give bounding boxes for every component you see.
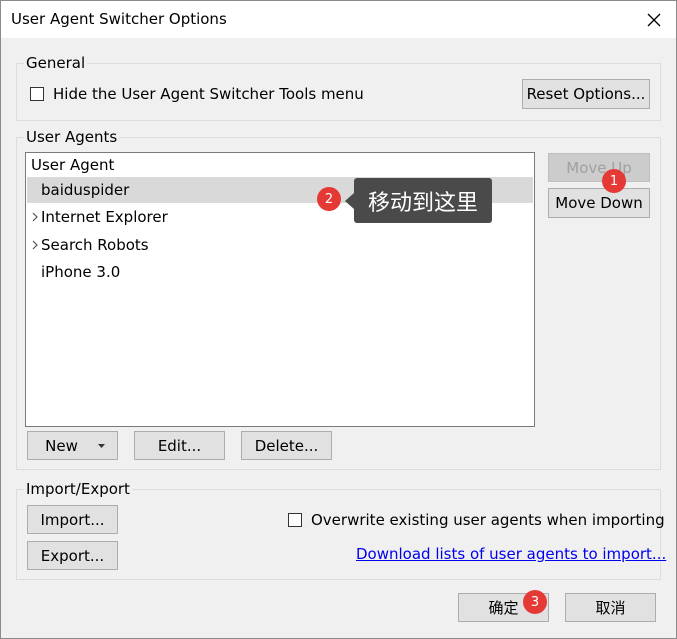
edit-button[interactable]: Edit... [134,431,225,460]
export-button[interactable]: Export... [27,541,118,570]
overwrite-checkbox[interactable] [288,513,302,527]
new-button[interactable]: New [27,431,118,460]
cancel-button[interactable]: 取消 [565,593,656,622]
chevron-right-icon[interactable] [32,240,38,250]
close-icon [647,13,661,27]
close-button[interactable] [632,1,676,38]
step-marker-1: 1 [602,169,626,193]
options-dialog: User Agent Switcher Options General Hide… [0,0,677,639]
reset-options-button[interactable]: Reset Options... [522,79,650,109]
instruction-tooltip: 移动到这里 [354,178,492,223]
chevron-right-icon[interactable] [32,212,38,222]
download-link[interactable]: Download lists of user agents to import.… [356,545,666,563]
import-export-group-label: Import/Export [24,480,132,498]
tooltip-arrow [345,193,354,209]
new-button-label: New [45,436,78,455]
step-marker-3: 3 [523,590,547,614]
tree-item-iphone[interactable]: iPhone 3.0 [27,259,533,285]
window-title: User Agent Switcher Options [11,10,227,28]
delete-button[interactable]: Delete... [241,431,332,460]
hide-menu-label: Hide the User Agent Switcher Tools menu [53,85,364,103]
tree-item-label: Internet Explorer [41,208,168,226]
step-marker-2: 2 [317,187,341,211]
tree-item-label: Search Robots [41,236,149,254]
tree-item-label: baiduspider [41,181,130,199]
title-bar: User Agent Switcher Options [1,1,676,38]
user-agents-group-label: User Agents [24,128,120,146]
hide-menu-checkbox[interactable] [30,87,44,101]
move-down-button[interactable]: Move Down [548,188,650,218]
tree-item-search-robots[interactable]: Search Robots [27,232,533,258]
tree-item-label: iPhone 3.0 [41,263,121,281]
move-up-button[interactable]: Move Up [548,153,650,182]
import-button[interactable]: Import... [27,505,118,534]
general-group-label: General [24,54,88,72]
overwrite-label: Overwrite existing user agents when impo… [311,511,665,529]
column-header: User Agent [31,156,115,174]
dropdown-arrow-icon [98,444,105,448]
